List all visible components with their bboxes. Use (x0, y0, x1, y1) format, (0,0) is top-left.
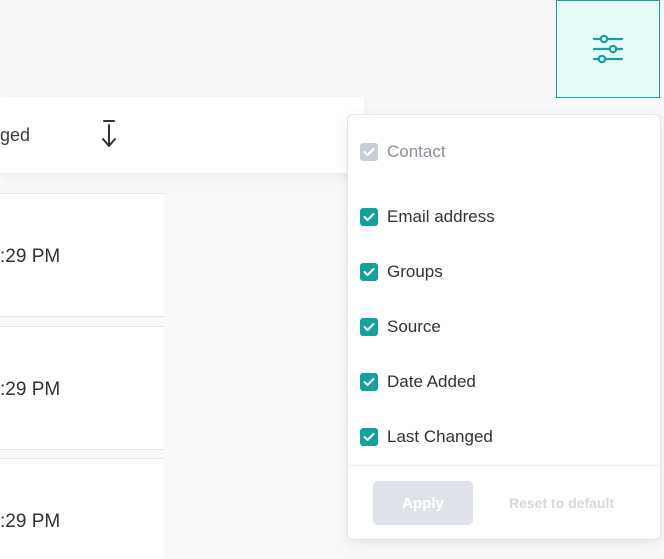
column-option-email-address[interactable]: Email address (360, 204, 495, 230)
table-header-row: ged (0, 97, 364, 173)
column-header-last-changed[interactable]: ged (0, 125, 30, 146)
check-icon (363, 378, 375, 386)
table-row[interactable]: :29 PM (0, 458, 164, 559)
column-option-source[interactable]: Source (360, 314, 441, 340)
check-icon (363, 213, 375, 221)
column-option-last-changed[interactable]: Last Changed (360, 424, 493, 450)
apply-button[interactable]: Apply (373, 481, 473, 525)
top-bar (0, 0, 664, 98)
checkbox-checked[interactable] (360, 373, 378, 391)
checkbox-checked[interactable] (360, 428, 378, 446)
column-option-label: Source (387, 317, 441, 336)
table-row[interactable]: :29 PM (0, 326, 164, 450)
check-icon (363, 433, 375, 441)
column-option-date-added[interactable]: Date Added (360, 369, 476, 395)
column-option-label: Last Changed (387, 427, 493, 446)
reset-to-default-button[interactable]: Reset to default (498, 481, 625, 525)
check-icon (363, 148, 375, 156)
sliders-icon (592, 34, 624, 64)
row-last-changed: :29 PM (0, 511, 61, 532)
row-last-changed: :29 PM (0, 246, 61, 267)
column-option-label: Date Added (387, 372, 476, 391)
column-settings-popover: Contact Email address Groups Source Date… (347, 114, 661, 540)
check-icon (363, 268, 375, 276)
column-option-label: Contact (387, 142, 446, 161)
checkbox-checked[interactable] (360, 318, 378, 336)
row-last-changed: :29 PM (0, 379, 61, 400)
popover-footer: Apply Reset to default (348, 465, 660, 540)
sort-arrow-icon[interactable] (100, 119, 118, 149)
table-row[interactable]: :29 PM (0, 193, 164, 317)
check-icon (363, 323, 375, 331)
checkbox-checked[interactable] (360, 208, 378, 226)
column-option-label: Groups (387, 262, 443, 281)
column-settings-button[interactable] (556, 0, 660, 98)
checkbox-checked-disabled (360, 143, 378, 161)
column-option-contact: Contact (360, 139, 446, 165)
column-option-label: Email address (387, 207, 495, 226)
checkbox-checked[interactable] (360, 263, 378, 281)
column-option-groups[interactable]: Groups (360, 259, 443, 285)
